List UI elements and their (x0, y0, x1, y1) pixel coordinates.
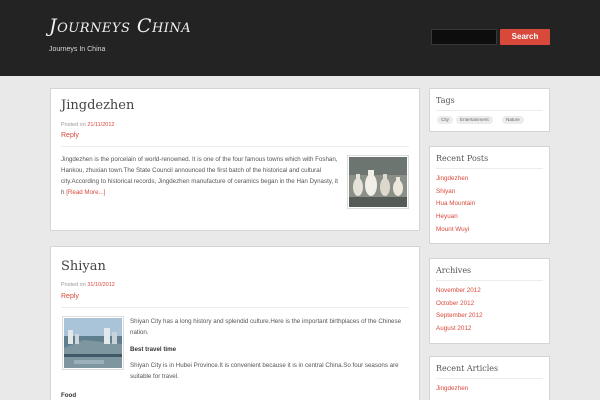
search-input[interactable] (431, 29, 497, 45)
archive-link[interactable]: November 2012 (436, 285, 483, 298)
divider (436, 378, 543, 379)
tags-widget: Tags City Entertainment Nature (429, 88, 550, 132)
recent-post-link[interactable]: Shiyan (436, 186, 475, 199)
archive-link[interactable]: August 2012 (436, 323, 483, 336)
site-title[interactable]: Journeys China (49, 15, 191, 37)
post-title[interactable]: Shiyan (61, 259, 106, 274)
post-meta: Posted on 21/11/2012 (61, 122, 114, 128)
post-meta: Posted on 31/10/2012 (61, 282, 115, 288)
tag-entertainment[interactable]: Entertainment (456, 116, 493, 124)
recent-posts-list: Jingdezhen Shiyan Hua Mountain Heyuan Mo… (436, 173, 475, 236)
recent-post-link[interactable]: Heyuan (436, 211, 475, 224)
post-date[interactable]: 21/11/2012 (87, 122, 114, 128)
recent-articles-list: Jingdezhen (436, 383, 468, 396)
recent-posts-widget: Recent Posts Jingdezhen Shiyan Hua Mount… (429, 146, 550, 244)
archive-link[interactable]: October 2012 (436, 298, 483, 311)
recent-post-link[interactable]: Hua Mountain (436, 198, 475, 211)
site-tagline: Journeys In China (49, 46, 106, 53)
posted-on-label: Posted on (61, 282, 86, 288)
post-subheading: Best travel time (130, 346, 177, 353)
read-more-link[interactable]: [Read More...] (66, 189, 105, 196)
post-card: Shiyan Posted on 31/10/2012 Reply Shiyan… (50, 246, 420, 400)
post-date[interactable]: 31/10/2012 (87, 282, 115, 288)
post-excerpt: Jingdezhen is the porcelain of world-ren… (61, 154, 343, 198)
recent-article-link[interactable]: Jingdezhen (436, 383, 468, 396)
reply-link[interactable]: Reply (61, 293, 79, 300)
archives-widget: Archives November 2012 October 2012 Sept… (429, 258, 550, 344)
widget-title: Archives (436, 266, 472, 275)
divider (436, 110, 543, 111)
recent-articles-widget: Recent Articles Jingdezhen (429, 356, 550, 400)
tag-nature[interactable]: Nature (502, 116, 524, 124)
post-thumbnail[interactable] (62, 316, 124, 370)
posted-on-label: Posted on (61, 122, 86, 128)
shiyan-city-image (64, 318, 122, 368)
widget-title: Recent Articles (436, 364, 499, 373)
search-button[interactable]: Search (500, 29, 550, 45)
reply-link[interactable]: Reply (61, 132, 79, 139)
post-title[interactable]: Jingdezhen (61, 98, 134, 113)
recent-post-link[interactable]: Mount Wuyi (436, 224, 475, 237)
archive-link[interactable]: September 2012 (436, 310, 483, 323)
recent-post-link[interactable]: Jingdezhen (436, 173, 475, 186)
post-intro: Shiyan City has a long history and splen… (130, 318, 402, 336)
porcelain-vases-image (349, 157, 407, 207)
site-header: Journeys China Journeys In China Search (0, 0, 600, 76)
tag-city[interactable]: City (437, 116, 453, 124)
archives-list: November 2012 October 2012 September 201… (436, 285, 483, 336)
post-card: Jingdezhen Posted on 21/11/2012 Reply Ji… (50, 88, 420, 231)
widget-title: Tags (436, 96, 455, 105)
post-thumbnail[interactable] (347, 155, 409, 209)
divider (61, 307, 409, 308)
divider (61, 146, 409, 147)
widget-title: Recent Posts (436, 154, 489, 163)
divider (436, 280, 543, 281)
divider (436, 168, 543, 169)
post-body: Shiyan City is in Hubei Province.It is c… (130, 362, 399, 380)
post-food-heading: Food (61, 392, 77, 399)
